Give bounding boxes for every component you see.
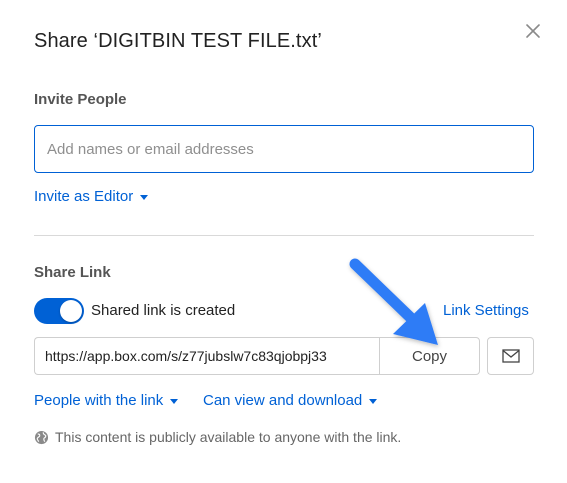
shared-link-status: Shared link is created [91,302,236,319]
globe-icon [34,430,49,444]
public-access-notice: This content is publicly available to an… [34,429,401,445]
caret-down-icon [170,399,179,404]
invite-input[interactable] [34,125,534,173]
section-divider [34,235,534,236]
link-access-dropdown[interactable]: People with the link [34,392,179,409]
link-access-label: People with the link [34,392,164,409]
copy-button[interactable]: Copy [379,337,480,375]
link-permission-dropdown[interactable]: Can view and download [203,392,378,409]
envelope-icon [501,349,520,363]
invite-role-dropdown[interactable]: Invite as Editor [34,188,149,205]
invite-people-label: Invite People [34,91,127,108]
link-settings-link[interactable]: Link Settings [443,302,529,319]
caret-down-icon [369,399,378,404]
caret-down-icon [140,195,149,200]
annotation-arrow-icon [349,258,438,345]
share-link-label: Share Link [34,264,111,281]
share-dialog: Share ‘DIGITBIN TEST FILE.txt’ Invite Pe… [0,0,567,483]
shared-link-toggle[interactable] [34,298,84,324]
public-notice-text: This content is publicly available to an… [55,429,402,445]
link-permission-label: Can view and download [203,392,363,409]
invite-role-label: Invite as Editor [34,188,134,205]
email-link-button[interactable] [487,337,534,375]
shared-link-url-field[interactable] [34,337,380,375]
toggle-knob [60,300,82,322]
dialog-title: Share ‘DIGITBIN TEST FILE.txt’ [34,30,322,52]
close-icon[interactable] [522,20,544,42]
